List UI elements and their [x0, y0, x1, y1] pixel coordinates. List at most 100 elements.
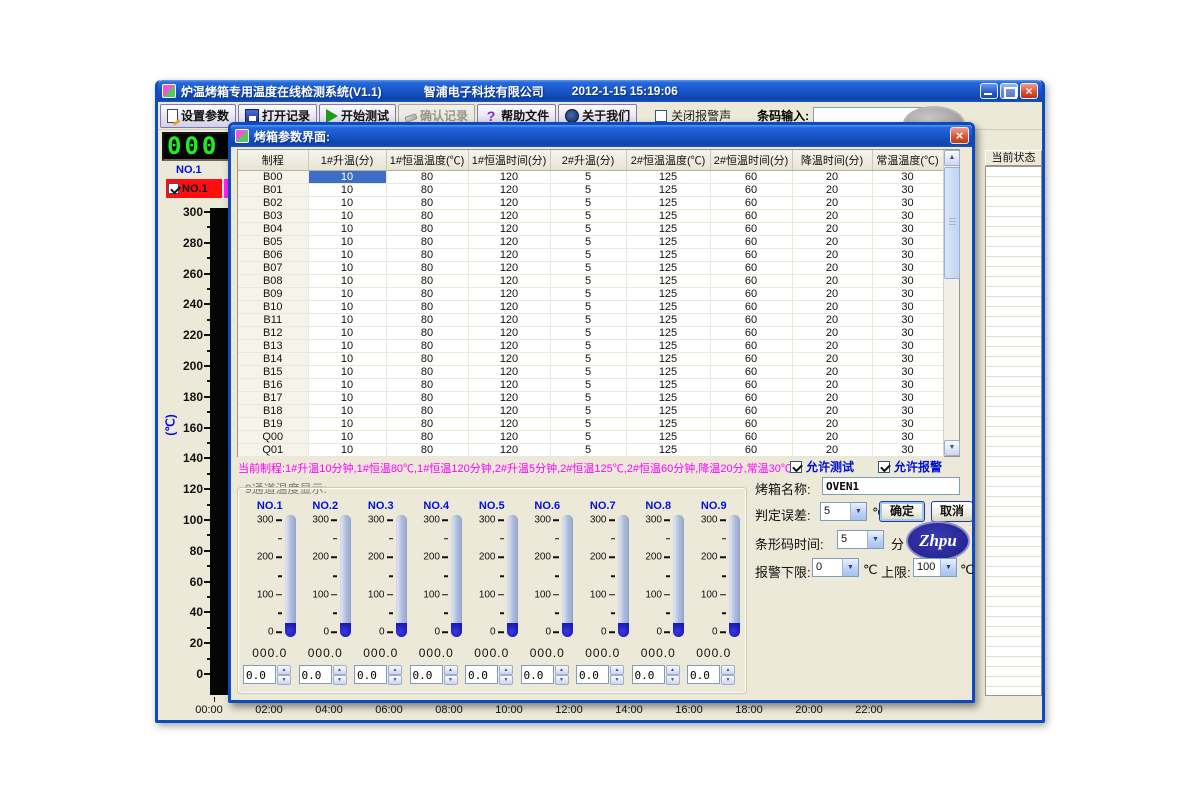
param-cell[interactable]: 20	[792, 300, 872, 313]
param-cell[interactable]: 60	[710, 196, 792, 209]
param-cell[interactable]: 20	[792, 248, 872, 261]
param-cell[interactable]: 120	[468, 326, 550, 339]
param-cell[interactable]: 10	[308, 235, 386, 248]
process-id-cell[interactable]: B09	[238, 287, 308, 300]
toolbar-button-params-doc[interactable]: 设置参数	[160, 104, 236, 128]
param-cell[interactable]: 120	[468, 443, 550, 456]
param-cell[interactable]: 5	[550, 404, 626, 417]
param-cell[interactable]: 125	[626, 391, 710, 404]
param-cell[interactable]: 60	[710, 443, 792, 456]
param-cell[interactable]: 80	[386, 235, 468, 248]
allow-alarm-checkbox[interactable]: 允许报警	[878, 458, 942, 475]
param-cell[interactable]: 30	[872, 404, 943, 417]
param-cell[interactable]: 20	[792, 196, 872, 209]
param-cell[interactable]: 120	[468, 391, 550, 404]
param-cell[interactable]: 20	[792, 365, 872, 378]
scrollbar-thumb[interactable]	[944, 167, 960, 279]
param-cell[interactable]: 60	[710, 287, 792, 300]
param-cell[interactable]: 10	[308, 339, 386, 352]
param-cell[interactable]: 120	[468, 404, 550, 417]
param-cell[interactable]: 10	[308, 300, 386, 313]
spin-up-icon[interactable]	[499, 665, 513, 675]
cancel-button[interactable]: 取消	[931, 501, 973, 522]
param-cell[interactable]: 20	[792, 352, 872, 365]
channel-setpoint-input[interactable]: 0.0	[576, 665, 609, 684]
param-cell[interactable]: 120	[468, 313, 550, 326]
param-cell[interactable]: 5	[550, 209, 626, 222]
param-cell[interactable]: 30	[872, 300, 943, 313]
channel-setpoint-input[interactable]: 0.0	[354, 665, 387, 684]
param-cell[interactable]: 5	[550, 170, 626, 183]
param-cell[interactable]: 5	[550, 339, 626, 352]
param-cell[interactable]: 80	[386, 183, 468, 196]
param-cell[interactable]: 60	[710, 417, 792, 430]
spin-down-icon[interactable]	[388, 675, 402, 685]
param-cell[interactable]: 120	[468, 365, 550, 378]
param-cell[interactable]: 5	[550, 235, 626, 248]
process-id-cell[interactable]: B01	[238, 183, 308, 196]
param-cell[interactable]: 20	[792, 313, 872, 326]
minimize-button-icon[interactable]	[980, 83, 998, 99]
spin-down-icon[interactable]	[333, 675, 347, 685]
spin-up-icon[interactable]	[721, 665, 735, 675]
process-id-cell[interactable]: B12	[238, 326, 308, 339]
param-cell[interactable]: 30	[872, 222, 943, 235]
param-cell[interactable]: 10	[308, 222, 386, 235]
process-id-cell[interactable]: B07	[238, 261, 308, 274]
param-cell[interactable]: 125	[626, 417, 710, 430]
param-cell[interactable]: 120	[468, 196, 550, 209]
process-id-cell[interactable]: Q00	[238, 430, 308, 443]
scroll-down-icon[interactable]: ▼	[944, 440, 960, 456]
param-cell[interactable]: 120	[468, 261, 550, 274]
param-cell[interactable]: 125	[626, 326, 710, 339]
param-cell[interactable]: 30	[872, 378, 943, 391]
maximize-button-icon[interactable]	[1000, 83, 1018, 99]
param-cell[interactable]: 20	[792, 326, 872, 339]
channel-setpoint-input[interactable]: 0.0	[632, 665, 665, 684]
param-cell[interactable]: 20	[792, 170, 872, 183]
process-id-cell[interactable]: B10	[238, 300, 308, 313]
param-cell[interactable]: 10	[308, 209, 386, 222]
param-cell[interactable]: 120	[468, 209, 550, 222]
param-cell[interactable]: 5	[550, 222, 626, 235]
channel-setpoint-input[interactable]: 0.0	[243, 665, 276, 684]
spin-up-icon[interactable]	[555, 665, 569, 675]
param-cell[interactable]: 60	[710, 404, 792, 417]
chevron-down-icon[interactable]	[850, 503, 866, 520]
param-cell[interactable]: 125	[626, 339, 710, 352]
param-cell[interactable]: 80	[386, 248, 468, 261]
param-cell[interactable]: 80	[386, 365, 468, 378]
spin-up-icon[interactable]	[333, 665, 347, 675]
param-cell[interactable]: 60	[710, 313, 792, 326]
param-cell[interactable]: 60	[710, 339, 792, 352]
param-cell[interactable]: 80	[386, 261, 468, 274]
param-cell[interactable]: 125	[626, 170, 710, 183]
param-cell[interactable]: 20	[792, 287, 872, 300]
spin-up-icon[interactable]	[444, 665, 458, 675]
param-cell[interactable]: 30	[872, 248, 943, 261]
param-cell[interactable]: 5	[550, 365, 626, 378]
param-cell[interactable]: 125	[626, 235, 710, 248]
spin-down-icon[interactable]	[721, 675, 735, 685]
param-cell[interactable]: 80	[386, 430, 468, 443]
channel-1-checkbox[interactable]: NO.1	[166, 179, 222, 198]
param-cell[interactable]: 80	[386, 404, 468, 417]
param-cell[interactable]: 125	[626, 248, 710, 261]
param-cell[interactable]: 120	[468, 235, 550, 248]
param-cell[interactable]: 10	[308, 287, 386, 300]
param-cell[interactable]: 30	[872, 170, 943, 183]
process-id-cell[interactable]: B06	[238, 248, 308, 261]
param-cell[interactable]: 80	[386, 443, 468, 456]
param-cell[interactable]: 60	[710, 261, 792, 274]
mute-alarm-checkbox-box[interactable]	[655, 110, 667, 122]
param-cell[interactable]: 30	[872, 430, 943, 443]
channel-setpoint-input[interactable]: 0.0	[465, 665, 498, 684]
param-cell[interactable]: 20	[792, 274, 872, 287]
param-cell[interactable]: 125	[626, 196, 710, 209]
param-cell[interactable]: 125	[626, 430, 710, 443]
param-cell[interactable]: 5	[550, 248, 626, 261]
param-cell[interactable]: 60	[710, 391, 792, 404]
param-cell[interactable]: 30	[872, 261, 943, 274]
param-cell[interactable]: 20	[792, 235, 872, 248]
param-cell[interactable]: 125	[626, 183, 710, 196]
